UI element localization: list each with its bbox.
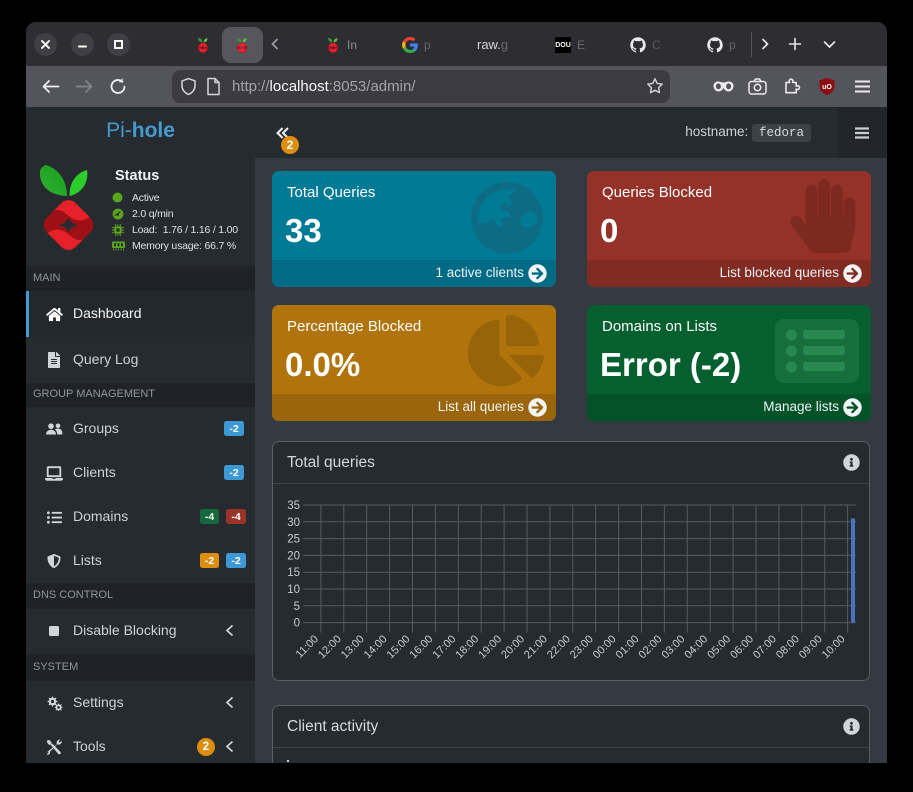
svg-text:14:00: 14:00: [362, 633, 390, 661]
svg-text:16:00: 16:00: [408, 633, 436, 661]
svg-text:35: 35: [287, 500, 300, 512]
svg-text:08:00: 08:00: [774, 633, 802, 661]
svg-text:15:00: 15:00: [385, 633, 413, 661]
svg-text:20: 20: [287, 550, 300, 562]
svg-text:10:00: 10:00: [820, 633, 848, 661]
svg-text:11:00: 11:00: [294, 633, 321, 660]
svg-text:09:00: 09:00: [797, 633, 825, 661]
svg-text:01:00: 01:00: [614, 633, 642, 661]
svg-text:07:00: 07:00: [751, 633, 779, 661]
svg-text:19:00: 19:00: [476, 633, 504, 661]
svg-text:uO: uO: [822, 84, 832, 91]
svg-text:21:00: 21:00: [522, 633, 550, 661]
svg-text:17:00: 17:00: [430, 633, 458, 661]
svg-text:00:00: 00:00: [591, 633, 619, 661]
svg-text:06:00: 06:00: [728, 633, 756, 661]
svg-text:05:00: 05:00: [705, 633, 733, 661]
svg-text:13:00: 13:00: [339, 633, 367, 661]
svg-text:03:00: 03:00: [659, 633, 687, 661]
svg-text:18:00: 18:00: [453, 633, 481, 661]
svg-text:15: 15: [287, 567, 300, 579]
svg-text:30: 30: [287, 517, 300, 529]
svg-text:22:00: 22:00: [545, 633, 573, 661]
svg-text:20:00: 20:00: [499, 633, 527, 661]
svg-text:10: 10: [287, 584, 300, 596]
svg-text:02:00: 02:00: [637, 633, 665, 661]
svg-text:23:00: 23:00: [568, 633, 596, 661]
svg-text:5: 5: [294, 601, 300, 613]
svg-text:04:00: 04:00: [682, 633, 710, 661]
svg-text:25: 25: [287, 534, 300, 546]
svg-text:12:00: 12:00: [316, 633, 344, 661]
svg-text:0: 0: [294, 618, 300, 630]
